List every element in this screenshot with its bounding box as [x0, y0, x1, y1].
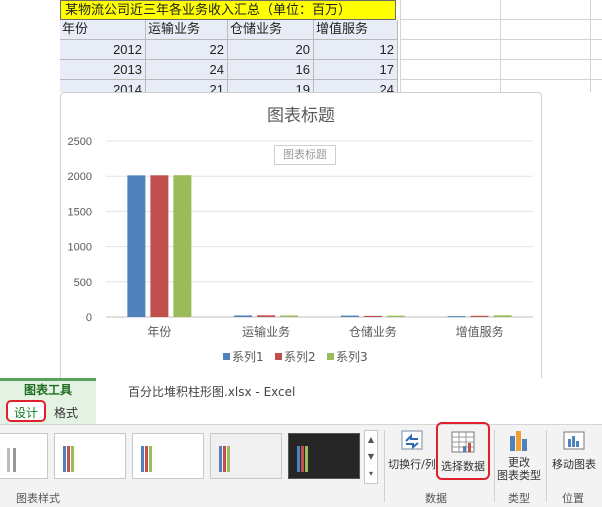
axis-title-placeholder[interactable]: 图表标题: [274, 145, 336, 165]
y-tick-label: 0: [86, 312, 92, 324]
y-tick-label: 2500: [68, 136, 92, 148]
x-category-label: 仓储业务: [349, 324, 397, 339]
worksheet-area[interactable]: 某物流公司近三年各业务收入汇总（单位：百万） 年份 运输业务 仓储业务 增值服务…: [0, 0, 602, 92]
table-cell[interactable]: 2012: [60, 40, 146, 60]
table-cell[interactable]: 17: [314, 60, 398, 80]
select-data-label: 选择数据: [441, 460, 485, 473]
table-cell[interactable]: 24: [146, 60, 228, 80]
table-cell[interactable]: 22: [146, 40, 228, 60]
tab-format[interactable]: 格式: [54, 404, 78, 421]
select-data-icon: [450, 430, 476, 454]
legend-swatch: [223, 353, 230, 360]
move-chart-label: 移动图表: [552, 458, 596, 471]
header-cell-storage[interactable]: 仓储业务: [228, 20, 314, 40]
y-tick-label: 500: [74, 277, 92, 289]
bar: [150, 175, 169, 317]
group-label-chart-styles: 图表样式: [16, 492, 60, 505]
change-chart-type-button[interactable]: 更改 图表类型: [494, 428, 544, 482]
change-chart-type-icon: [506, 428, 532, 452]
chart-title: 图表标题: [267, 106, 335, 126]
chart-style-thumbnail[interactable]: [54, 433, 126, 479]
legend-label: 系列2: [284, 350, 316, 364]
y-tick-label: 1000: [68, 242, 92, 254]
chart-area[interactable]: 图表标题 0 500 1000 1500 2000 2500 年份 运输业务 仓储业务 增值服务系列…: [60, 92, 542, 382]
table-cell[interactable]: 20: [228, 40, 314, 60]
x-category-label: 年份: [147, 325, 171, 339]
grid-line: [400, 59, 602, 60]
switch-row-column-button[interactable]: 切换行/列: [386, 428, 438, 472]
y-tick-label: 2000: [68, 171, 92, 183]
y-tick-label: 1500: [68, 206, 92, 218]
group-label-data: 数据: [425, 492, 447, 505]
grid-line: [400, 79, 602, 80]
legend-swatch: [327, 353, 334, 360]
header-cell-value-added[interactable]: 增值服务: [314, 20, 398, 40]
table-cell[interactable]: 24: [314, 80, 398, 92]
table-cell[interactable]: 12: [314, 40, 398, 60]
bar: [363, 315, 382, 317]
group-separator: [384, 430, 385, 502]
bar: [470, 315, 489, 317]
group-label-location: 位置: [562, 492, 584, 505]
header-cell-year[interactable]: 年份: [60, 20, 146, 40]
bar: [257, 315, 276, 317]
table-cell[interactable]: 21: [146, 80, 228, 92]
grid-line: [400, 19, 602, 20]
move-chart-button[interactable]: 移动图表: [547, 428, 601, 472]
x-category-label: 运输业务: [242, 324, 290, 339]
switch-row-column-label: 切换行/列: [388, 458, 436, 471]
scroll-up-icon[interactable]: ▲: [365, 431, 377, 448]
switch-row-column-icon: [399, 428, 425, 452]
bar: [493, 315, 512, 317]
scroll-down-icon[interactable]: ▼: [365, 448, 377, 465]
chart-svg: 图表标题 0 500 1000 1500 2000 2500 年份 运输业务 仓储业务 增值服务系列…: [68, 106, 533, 364]
title-cell[interactable]: 某物流公司近三年各业务收入汇总（单位：百万）: [60, 0, 396, 20]
style-gallery-scroller[interactable]: ▲ ▼ ▾: [364, 430, 378, 484]
window-title: 百分比堆积柱形图.xlsx - Excel: [128, 385, 296, 399]
bar: [386, 315, 405, 317]
bar: [280, 315, 299, 317]
legend-swatch: [275, 353, 282, 360]
chart-tools-label: 图表工具: [23, 383, 72, 397]
change-chart-type-label-1: 更改: [508, 456, 530, 469]
move-chart-icon: [561, 428, 587, 452]
bar: [340, 315, 359, 317]
x-category-label: 增值服务: [456, 324, 504, 339]
grid-line: [400, 39, 602, 40]
table-cell[interactable]: 2014: [60, 80, 146, 92]
table-cell[interactable]: 2013: [60, 60, 146, 80]
bar: [127, 175, 146, 317]
chart-style-thumbnail[interactable]: [0, 433, 48, 479]
legend-label: 系列1: [232, 350, 264, 364]
header-cell-transport[interactable]: 运输业务: [146, 20, 228, 40]
bar: [173, 175, 192, 317]
tab-design[interactable]: 设计: [6, 400, 46, 422]
chart-style-thumbnail[interactable]: [210, 433, 282, 479]
gallery-expand-icon[interactable]: ▾: [365, 465, 377, 482]
chart-style-thumbnail[interactable]: [288, 433, 360, 479]
select-data-button[interactable]: 选择数据: [436, 422, 490, 480]
change-chart-type-label-2: 图表类型: [497, 469, 541, 482]
group-label-type: 类型: [508, 492, 530, 505]
table-cell[interactable]: 16: [228, 60, 314, 80]
legend-label: 系列3: [336, 350, 368, 364]
bar: [447, 316, 466, 318]
table-cell[interactable]: 19: [228, 80, 314, 92]
bar: [234, 315, 253, 317]
chart-style-thumbnail[interactable]: [132, 433, 204, 479]
